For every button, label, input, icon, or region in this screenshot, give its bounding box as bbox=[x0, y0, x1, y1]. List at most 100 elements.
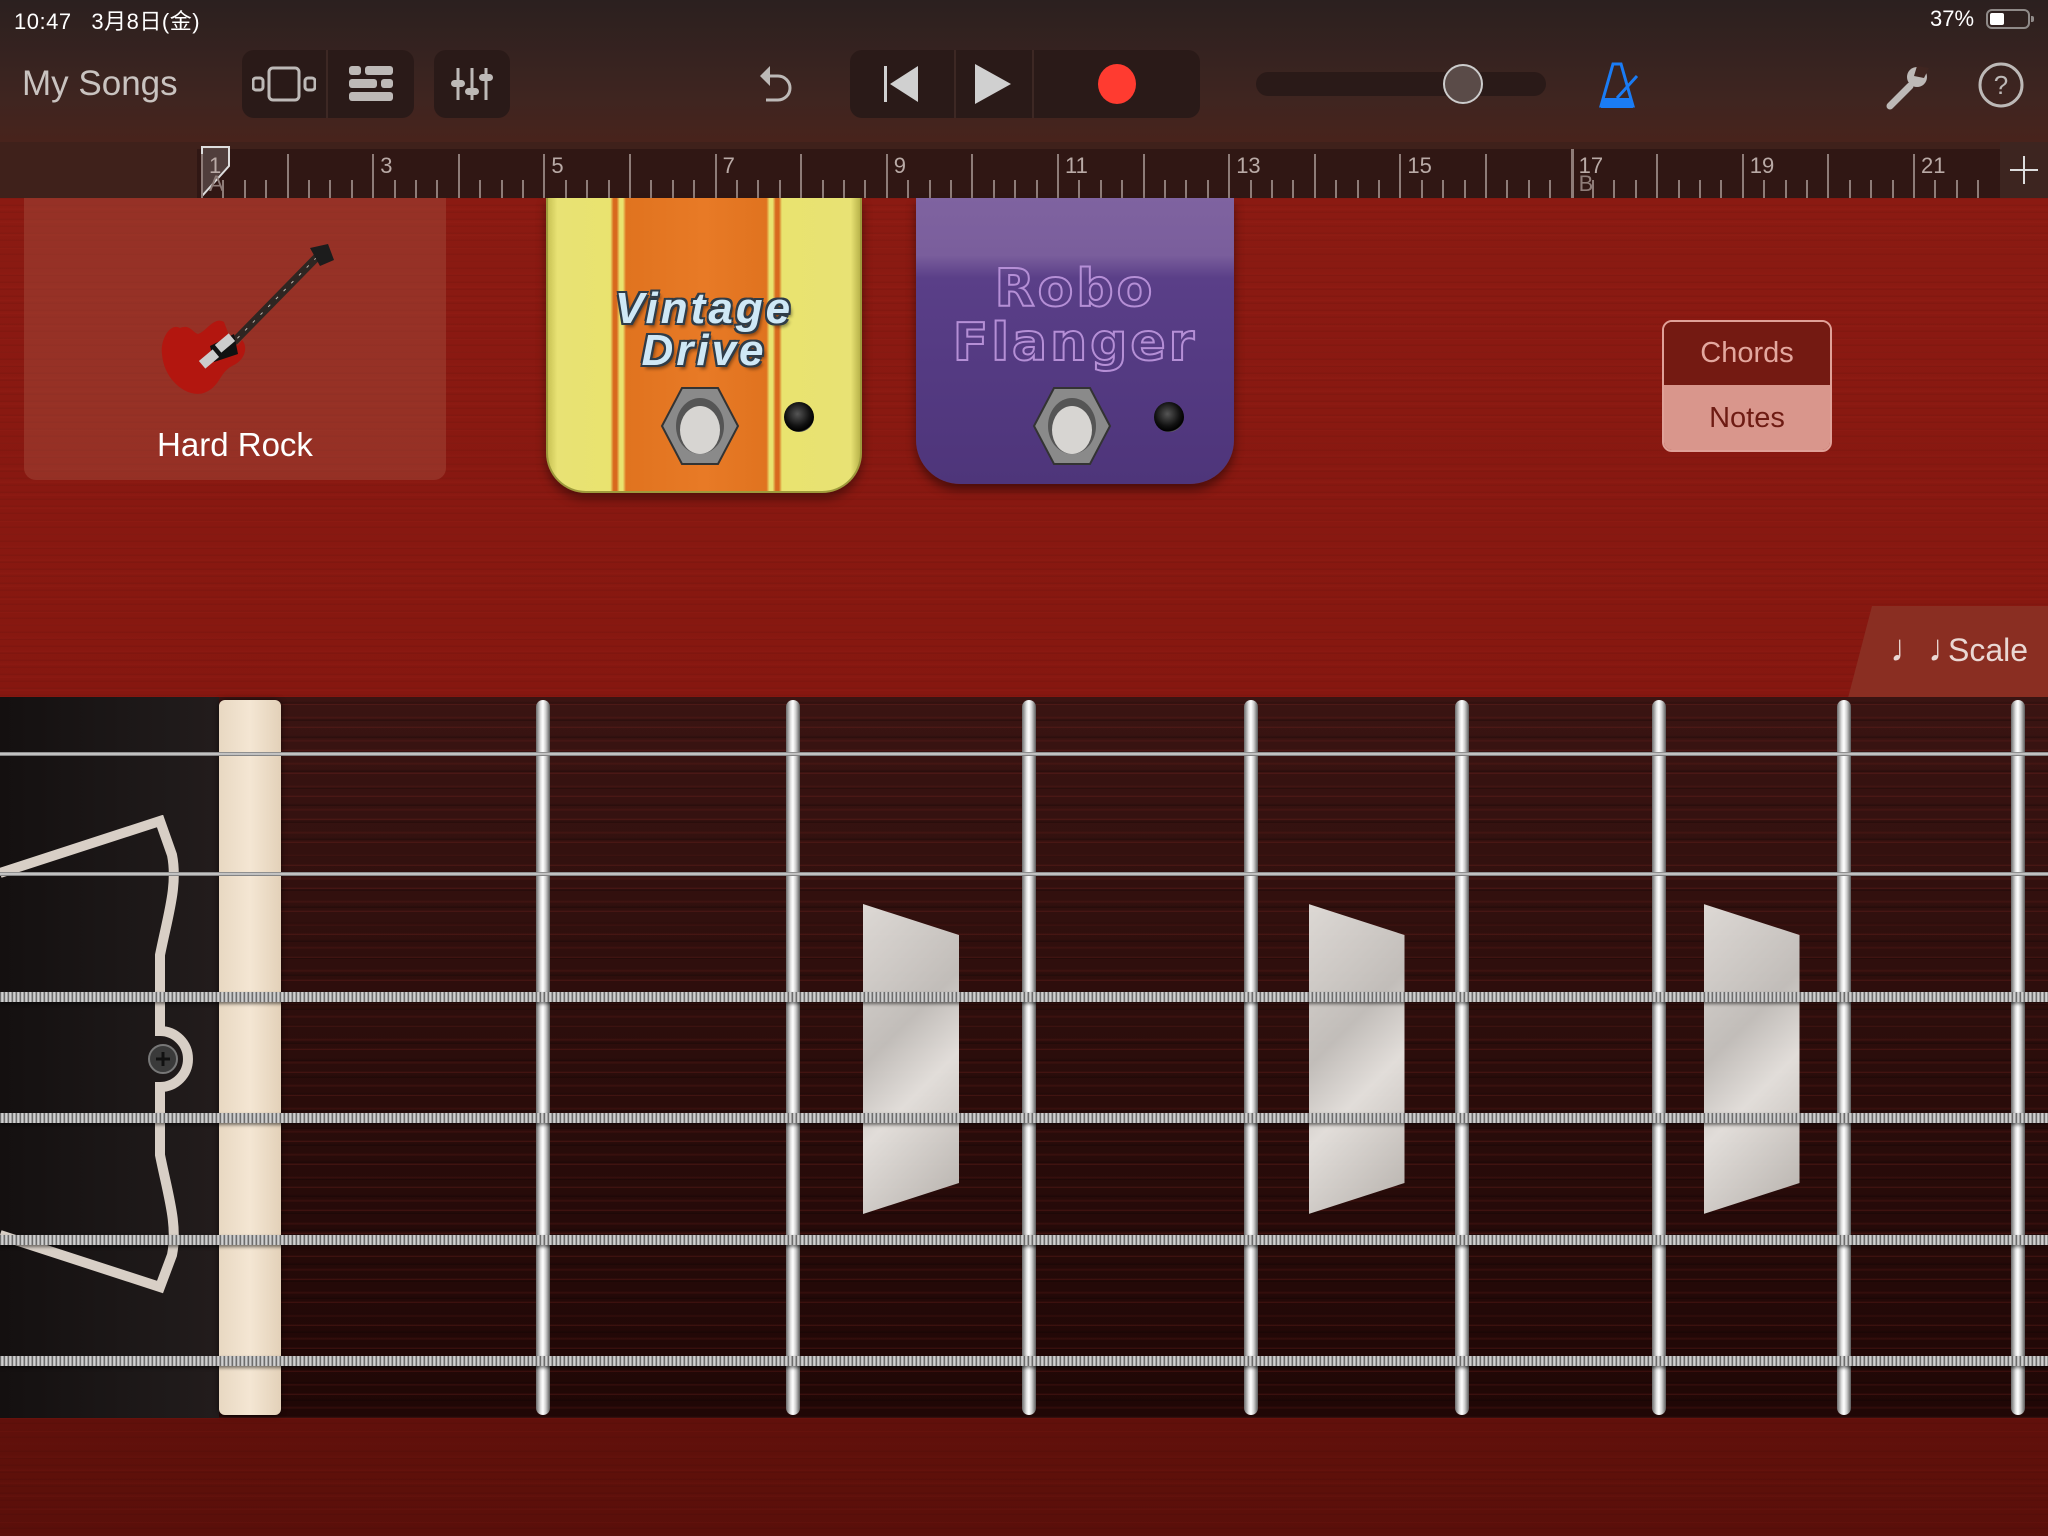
ruler-beat-tick bbox=[1335, 180, 1338, 198]
transport-controls bbox=[850, 50, 1200, 118]
pedal-name-line1: Robo bbox=[994, 259, 1156, 319]
fret-wire bbox=[2011, 700, 2025, 1415]
my-songs-button[interactable]: My Songs bbox=[22, 64, 178, 104]
ruler-beat-tick bbox=[992, 180, 995, 198]
settings-button[interactable] bbox=[1882, 62, 1932, 112]
ruler-beat-tick bbox=[1934, 180, 1937, 198]
scale-label[interactable]: Scale bbox=[1948, 632, 2028, 669]
ruler-beat-tick bbox=[1463, 180, 1466, 198]
go-to-beginning-button[interactable] bbox=[850, 50, 954, 118]
ruler-measure-tick bbox=[372, 154, 375, 198]
fret-wire bbox=[1837, 700, 1851, 1415]
ruler-measure-tick bbox=[1913, 154, 1915, 198]
play-icon bbox=[975, 64, 1011, 104]
svg-text:?: ? bbox=[1994, 70, 2008, 100]
ruler-beat-tick bbox=[308, 180, 310, 198]
ruler-beat-tick bbox=[1099, 180, 1102, 198]
ruler-beat-tick bbox=[1634, 180, 1637, 198]
instrument-view-button[interactable] bbox=[242, 50, 326, 118]
ruler-beat-tick bbox=[1206, 180, 1209, 198]
ruler-beat-tick bbox=[265, 180, 268, 198]
metronome-button[interactable] bbox=[1596, 60, 1644, 112]
ruler-beat-tick bbox=[350, 180, 353, 198]
instrument-view-icon bbox=[252, 66, 316, 102]
go-to-beginning-icon bbox=[884, 66, 918, 102]
section-marker-label: A bbox=[209, 171, 224, 196]
ruler-beat-tick bbox=[1356, 180, 1359, 198]
ruler-measure-tick bbox=[1570, 149, 1574, 198]
wrench-icon bbox=[1886, 66, 1929, 110]
help-icon: ? bbox=[1978, 62, 2024, 108]
ruler-beat-tick bbox=[1292, 180, 1295, 198]
ruler-beat-tick bbox=[843, 180, 845, 198]
ruler-measure-label: 3 bbox=[380, 153, 393, 178]
tracks-view-icon bbox=[349, 66, 393, 101]
play-button[interactable] bbox=[954, 50, 1032, 118]
guitar-string[interactable] bbox=[0, 872, 2048, 876]
ruler-beat-tick bbox=[1763, 180, 1766, 198]
ruler-measure-label: 9 bbox=[893, 153, 907, 178]
fret-wire bbox=[536, 700, 550, 1415]
ruler-measure-tick bbox=[714, 154, 717, 198]
master-volume-slider[interactable] bbox=[1256, 72, 1546, 96]
ruler-beat-tick bbox=[586, 180, 589, 198]
undo-button[interactable] bbox=[748, 54, 804, 114]
guitar-string[interactable] bbox=[0, 1356, 2048, 1366]
ruler-measure-tick bbox=[885, 154, 888, 198]
chords-notes-toggle: Chords Notes bbox=[1662, 320, 1832, 452]
ruler-beat-tick bbox=[329, 180, 332, 198]
ruler-beat-tick bbox=[1720, 180, 1723, 198]
ruler-measure-tick bbox=[1741, 154, 1744, 198]
chords-segment[interactable]: Chords bbox=[1664, 322, 1830, 385]
ruler-measure-tick bbox=[800, 154, 803, 198]
ruler-beat-tick bbox=[607, 180, 610, 198]
fret-inlay bbox=[863, 904, 959, 1214]
ruler-beat-tick bbox=[522, 180, 524, 198]
ruler-measure-label: 5 bbox=[551, 153, 564, 178]
ruler-beat-tick bbox=[928, 180, 931, 198]
ruler-beat-tick bbox=[1870, 180, 1873, 198]
ruler-beat-tick bbox=[436, 180, 439, 198]
ruler-measure-tick bbox=[543, 154, 546, 198]
guitar-string[interactable] bbox=[0, 1235, 2048, 1245]
mixer-button[interactable] bbox=[434, 50, 510, 118]
ruler-beat-tick bbox=[1806, 180, 1808, 198]
guitar-string[interactable] bbox=[0, 1113, 2048, 1123]
master-volume-knob[interactable] bbox=[1443, 64, 1483, 104]
ruler-measure-tick bbox=[1228, 154, 1231, 198]
electric-guitar-icon bbox=[161, 244, 334, 394]
ruler-beat-tick bbox=[671, 180, 674, 198]
ruler-beat-tick bbox=[864, 180, 867, 198]
ruler-measure-tick bbox=[201, 154, 203, 198]
footswitch-icon[interactable] bbox=[1032, 386, 1112, 466]
ruler-measure-tick bbox=[1485, 154, 1487, 198]
ruler-measure-tick bbox=[1313, 154, 1316, 198]
metronome-icon bbox=[1599, 62, 1639, 108]
ruler-measure-tick bbox=[457, 154, 460, 198]
pedal-led-icon bbox=[784, 402, 814, 432]
ruler-beat-tick bbox=[1271, 180, 1273, 198]
guitar-string[interactable] bbox=[0, 992, 2048, 1002]
ruler-beat-tick bbox=[1977, 180, 1980, 198]
footswitch-icon[interactable] bbox=[660, 386, 740, 466]
pedal-vintage-drive[interactable]: Vintage Drive bbox=[546, 198, 862, 493]
undo-icon bbox=[760, 66, 792, 102]
section-marker-label: B bbox=[1578, 171, 1594, 196]
ruler-beat-tick bbox=[1549, 180, 1552, 198]
fret-wire bbox=[1652, 700, 1666, 1415]
ruler-beat-tick bbox=[1699, 180, 1701, 198]
notes-segment[interactable]: Notes bbox=[1664, 385, 1830, 450]
ruler-measure-label: 7 bbox=[722, 153, 735, 178]
ruler-beat-tick bbox=[1378, 180, 1380, 198]
ruler-beat-tick bbox=[415, 180, 417, 198]
tracks-view-button[interactable] bbox=[328, 50, 414, 118]
pedal-robo-flanger[interactable]: Robo Flanger bbox=[916, 198, 1234, 484]
record-button[interactable] bbox=[1034, 50, 1200, 118]
ruler-beat-tick bbox=[1035, 180, 1038, 198]
pedal-name-line2: Drive bbox=[641, 326, 767, 375]
view-toggle-group bbox=[242, 50, 414, 118]
guitar-string[interactable] bbox=[0, 752, 2048, 756]
help-button[interactable]: ? bbox=[1976, 60, 2026, 110]
mixer-sliders-icon bbox=[451, 68, 493, 100]
ruler-beat-tick bbox=[1185, 180, 1188, 198]
